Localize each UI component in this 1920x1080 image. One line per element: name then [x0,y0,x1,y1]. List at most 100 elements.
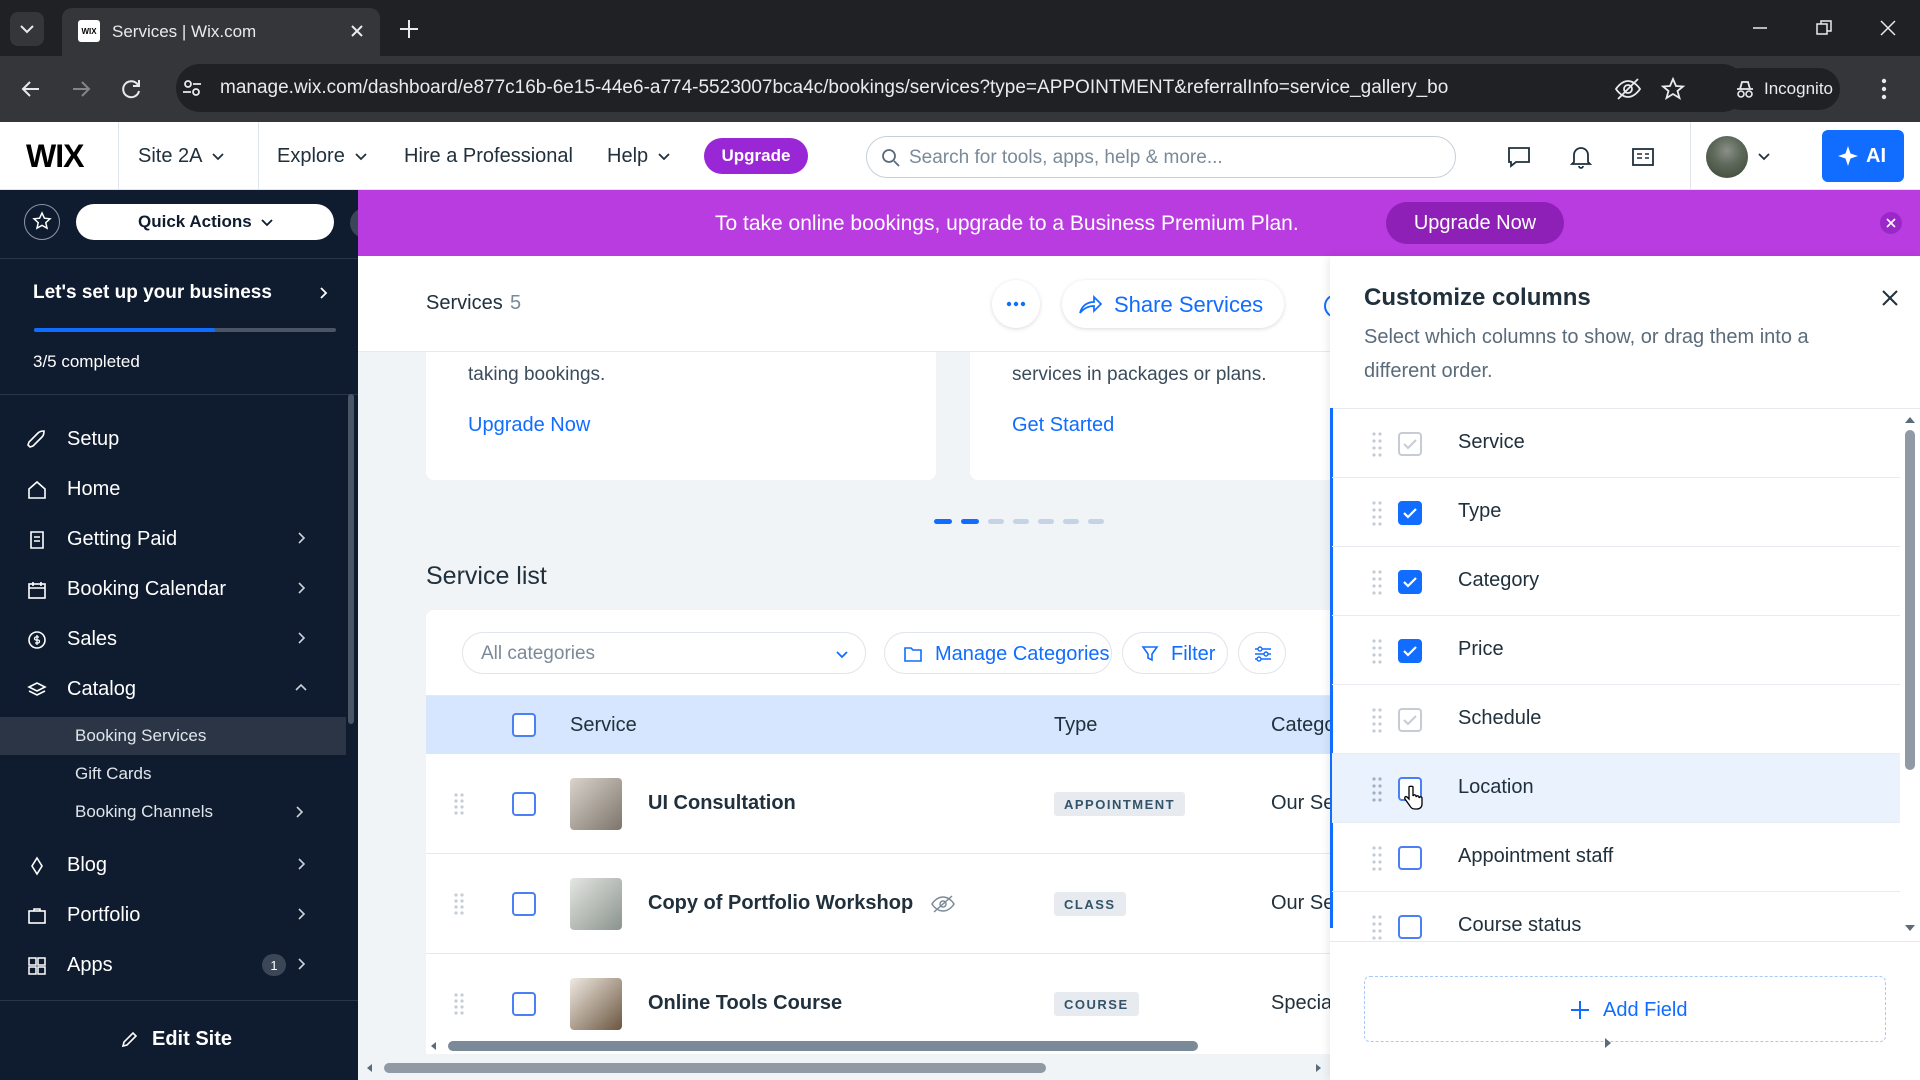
sidebar-scrollbar[interactable] [348,394,354,724]
panel-scroll-thumb[interactable] [1905,430,1915,770]
sidebar-item-home[interactable]: Home [0,464,348,514]
sidebar-item-catalog[interactable]: Catalog [0,664,348,714]
quick-actions-button[interactable]: Quick Actions [76,204,334,240]
close-panel-icon[interactable] [1880,288,1900,308]
carousel-pagination[interactable] [934,518,1114,526]
page-scroll-thumb[interactable] [384,1063,1046,1073]
scroll-up-icon[interactable] [1905,416,1915,424]
favorites-star-button[interactable] [24,204,60,240]
customize-columns-button[interactable] [1238,632,1286,674]
table-scroll-thumb[interactable] [448,1041,1198,1051]
scroll-right-icon[interactable] [1604,1038,1612,1048]
incognito-indicator[interactable]: Incognito [1720,68,1840,110]
hire-professional-link[interactable]: Hire a Professional [404,122,573,190]
chevron-down-icon[interactable] [1756,148,1772,164]
drag-handle-icon[interactable] [1372,638,1382,664]
service-name[interactable]: Online Tools Course [648,992,842,1015]
column-checkbox[interactable] [1398,915,1422,939]
restore-icon[interactable] [1812,16,1836,40]
sidebar-item-booking-calendar[interactable]: Booking Calendar [0,564,348,614]
search-input[interactable]: Search for tools, apps, help & more... [866,136,1456,178]
column-checkbox[interactable] [1398,639,1422,663]
banner-upgrade-now-button[interactable]: Upgrade Now [1386,202,1564,244]
table-horizontal-scrollbar[interactable] [426,1038,1330,1054]
drag-handle-icon[interactable] [1372,914,1382,940]
eye-off-icon[interactable] [1614,76,1642,102]
upgrade-button[interactable]: Upgrade [704,138,808,174]
sidebar-item-portfolio[interactable]: Portfolio [0,890,348,940]
sidebar-item-apps[interactable]: Apps 1 [0,940,348,990]
tab-search-button[interactable] [10,12,44,46]
categories-dropdown[interactable]: All categories [462,632,866,674]
sidebar-item-getting-paid[interactable]: Getting Paid [0,514,348,564]
tab-close-icon[interactable] [346,20,368,42]
share-services-button[interactable]: Share Services [1062,280,1284,328]
notifications-bell-icon[interactable] [1568,144,1594,170]
avatar[interactable] [1706,136,1748,178]
scroll-left-icon[interactable] [430,1042,438,1050]
reload-icon[interactable] [118,76,144,102]
drag-handle-icon[interactable] [1372,569,1382,595]
column-option-location[interactable]: Location [1332,754,1900,823]
column-checkbox[interactable] [1398,846,1422,870]
column-header-type[interactable]: Type [1054,714,1097,737]
column-option-category[interactable]: Category [1332,547,1900,616]
column-option-service[interactable]: Service [1332,409,1900,478]
site-settings-icon[interactable] [180,76,204,100]
forward-icon[interactable] [68,76,94,102]
ai-button[interactable]: AI [1822,130,1904,182]
drag-handle-icon[interactable] [1372,707,1382,733]
wix-logo[interactable]: WIX [26,138,84,175]
column-option-price[interactable]: Price [1332,616,1900,685]
minimize-icon[interactable] [1748,16,1772,40]
column-checkbox[interactable] [1398,501,1422,525]
panel-vertical-scrollbar[interactable] [1900,416,1920,936]
explore-menu[interactable]: Explore [277,122,369,190]
drag-handle-icon[interactable] [1372,776,1382,802]
drag-handle-icon[interactable] [1372,431,1382,457]
help-menu[interactable]: Help [607,122,672,190]
column-header-service[interactable]: Service [570,714,637,737]
sidebar-item-booking-services[interactable]: Booking Services [0,717,346,755]
column-option-course-status[interactable]: Course status [1332,892,1900,941]
row-checkbox[interactable] [512,992,536,1016]
site-switcher[interactable]: Site 2A [138,122,226,190]
scroll-right-icon[interactable] [1314,1064,1322,1072]
business-card-icon[interactable] [1630,144,1656,170]
close-window-icon[interactable] [1876,16,1900,40]
column-checkbox[interactable] [1398,570,1422,594]
column-header-category[interactable]: Catego [1271,714,1330,737]
add-field-button[interactable]: Add Field [1364,976,1886,1042]
row-checkbox[interactable] [512,792,536,816]
scroll-down-icon[interactable] [1905,924,1915,932]
drag-handle-icon[interactable] [454,892,464,916]
column-option-appointment-staff[interactable]: Appointment staff [1332,823,1900,892]
select-all-checkbox[interactable] [512,713,536,737]
page-horizontal-scrollbar[interactable] [358,1056,1330,1080]
row-checkbox[interactable] [512,892,536,916]
scroll-left-icon[interactable] [366,1064,374,1072]
sidebar-item-blog[interactable]: Blog [0,840,348,890]
browser-menu-icon[interactable] [1878,76,1890,102]
table-row[interactable]: Copy of Portfolio Workshop CLASS Our Se [426,854,1330,954]
more-actions-button[interactable] [992,280,1040,328]
manage-categories-button[interactable]: Manage Categories [884,632,1112,674]
drag-handle-icon[interactable] [454,792,464,816]
close-banner-icon[interactable] [1880,212,1902,234]
new-tab-icon[interactable] [396,16,422,42]
bookmark-star-icon[interactable] [1660,76,1686,102]
back-icon[interactable] [18,76,44,102]
card-upgrade-now-link[interactable]: Upgrade Now [468,414,590,437]
drag-handle-icon[interactable] [1372,500,1382,526]
column-option-type[interactable]: Type [1332,478,1900,547]
column-option-schedule[interactable]: Schedule [1332,685,1900,754]
address-bar[interactable]: manage.wix.com/dashboard/e877c16b-6e15-4… [176,64,1746,112]
service-name[interactable]: Copy of Portfolio Workshop [648,892,913,915]
sidebar-item-setup[interactable]: Setup [0,414,348,464]
sidebar-item-booking-channels[interactable]: Booking Channels [0,793,346,831]
sidebar-item-sales[interactable]: Sales [0,614,348,664]
sidebar-item-gift-cards[interactable]: Gift Cards [0,755,346,793]
get-started-link[interactable]: Get Started [1012,414,1114,437]
browser-tab[interactable]: WIX Services | Wix.com [62,8,380,56]
service-name[interactable]: UI Consultation [648,792,796,815]
